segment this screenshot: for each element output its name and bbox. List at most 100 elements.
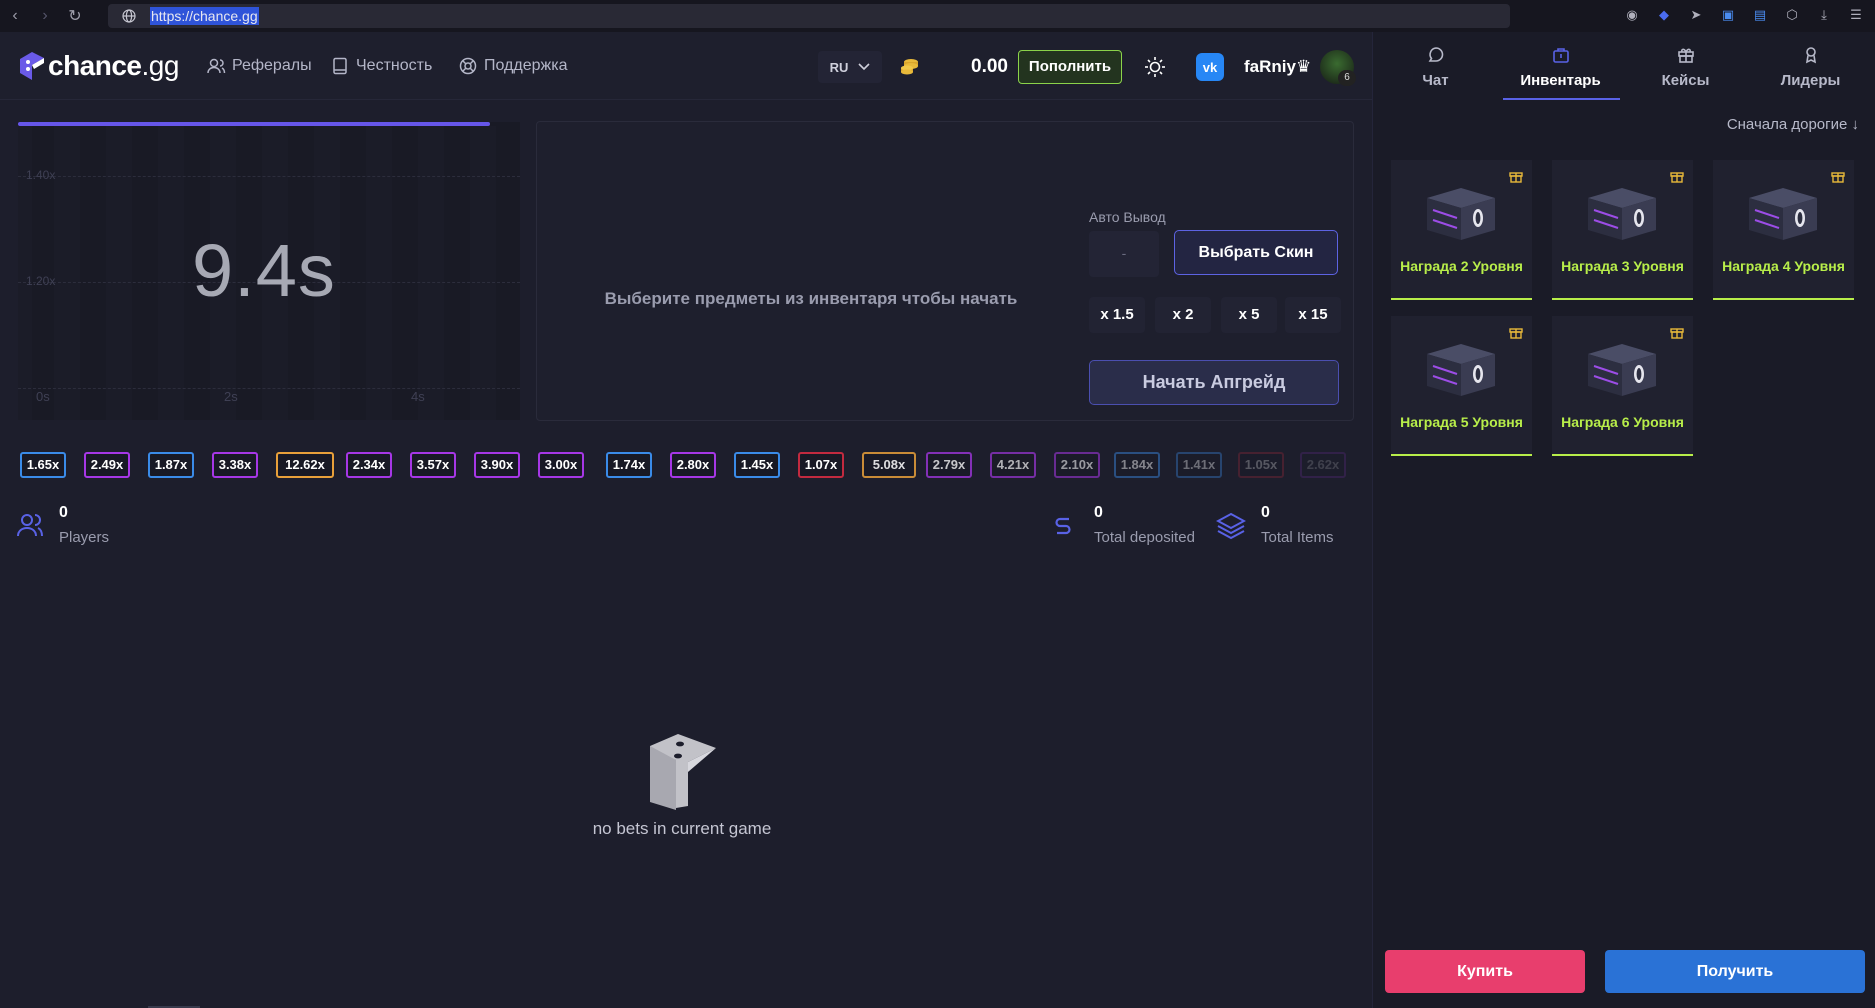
deposited-count: 0 <box>1094 504 1103 521</box>
get-button[interactable]: Получить <box>1605 950 1865 993</box>
case-icon <box>1427 188 1495 240</box>
download-icon[interactable]: ⤓ <box>1815 6 1833 24</box>
book-icon <box>333 57 347 75</box>
tab-inventory[interactable]: Инвентарь <box>1498 32 1623 102</box>
start-upgrade-button[interactable]: Начать Апгрейд <box>1089 360 1339 405</box>
tab-leaders[interactable]: Лидеры <box>1748 32 1873 102</box>
history-chip[interactable]: 2.80x <box>670 452 716 478</box>
inventory-item-label: Награда 6 Уровня <box>1561 414 1684 430</box>
sun-icon <box>1145 57 1165 77</box>
empty-state-text: no bets in current game <box>592 819 772 838</box>
theme-toggle[interactable] <box>1138 54 1172 80</box>
gift-icon <box>1509 328 1523 339</box>
history-chip[interactable]: 5.08x <box>862 452 916 478</box>
cube-icon[interactable]: ⬡ <box>1783 6 1801 24</box>
nav-fairness[interactable]: Честность <box>330 56 432 76</box>
y-axis-label: 1.40x <box>26 168 56 182</box>
tab-leaders-label: Лидеры <box>1780 72 1841 89</box>
logo[interactable]: chance.gg <box>16 49 179 83</box>
gift-icon <box>1670 328 1684 339</box>
deposit-button[interactable]: Пополнить <box>1018 50 1122 84</box>
tab-cases[interactable]: Кейсы <box>1623 32 1748 102</box>
chevron-down-icon <box>858 63 870 71</box>
history-chip[interactable]: 3.57x <box>410 452 456 478</box>
logo-name: chance <box>48 50 142 81</box>
users-icon <box>17 514 43 537</box>
language-select[interactable]: RU <box>818 51 882 83</box>
history-chip[interactable]: 12.62x <box>276 452 334 478</box>
history-chip[interactable]: 1.45x <box>734 452 780 478</box>
history-chip[interactable]: 2.62x <box>1300 452 1346 478</box>
url-text[interactable]: https://chance.gg <box>150 7 259 25</box>
inventory-item[interactable]: Награда 3 Уровня <box>1552 160 1693 300</box>
history-chip[interactable]: 2.10x <box>1054 452 1100 478</box>
inventory-item[interactable]: Награда 5 Уровня <box>1391 316 1532 456</box>
history-chip[interactable]: 1.07x <box>798 452 844 478</box>
history-chip[interactable]: 3.90x <box>474 452 520 478</box>
history-chip[interactable]: 1.05x <box>1238 452 1284 478</box>
countdown-timer: 9.4s <box>192 229 336 312</box>
deposited-label: Total deposited <box>1094 529 1195 546</box>
nav-referrals-label: Рефералы <box>232 57 312 74</box>
back-icon[interactable]: ‹ <box>0 7 30 25</box>
case-icon <box>1588 188 1656 240</box>
tab-cases-label: Кейсы <box>1661 72 1710 89</box>
nav-referrals[interactable]: Рефералы <box>206 56 312 76</box>
username[interactable]: faRniy♛ <box>1244 57 1311 77</box>
vk-icon[interactable]: vk <box>1196 53 1224 81</box>
level-badge: 6 <box>1338 70 1356 86</box>
nav-support[interactable]: Поддержка <box>458 56 567 76</box>
history-chip[interactable]: 1.65x <box>20 452 66 478</box>
multiplier-button[interactable]: x 15 <box>1285 297 1341 333</box>
gift-icon <box>1509 172 1523 183</box>
menu-icon[interactable]: ☰ <box>1847 6 1865 24</box>
forward-icon[interactable]: › <box>30 7 60 25</box>
site-header: chance.gg Рефералы Честность Поддержка R… <box>0 32 1372 100</box>
buy-button[interactable]: Купить <box>1385 950 1585 993</box>
shield-icon[interactable]: ◆ <box>1655 6 1673 24</box>
inventory-item[interactable]: Награда 2 Уровня <box>1391 160 1532 300</box>
camera-icon[interactable]: ◉ <box>1623 6 1641 24</box>
logo-suffix: .gg <box>141 50 180 81</box>
history-chip[interactable]: 2.79x <box>926 452 972 478</box>
users-icon <box>207 58 226 74</box>
address-bar[interactable]: https://chance.gg <box>108 4 1510 28</box>
history-chip[interactable]: 2.49x <box>84 452 130 478</box>
translate-icon[interactable]: ▣ <box>1719 6 1737 24</box>
sort-select[interactable]: Сначала дорогие ↓ <box>1727 116 1859 133</box>
reload-icon[interactable]: ↻ <box>60 6 90 26</box>
logo-icon <box>20 52 44 80</box>
globe-icon <box>122 9 136 23</box>
history-chip[interactable]: 1.41x <box>1176 452 1222 478</box>
multiplier-button[interactable]: x 1.5 <box>1089 297 1145 333</box>
history-chip[interactable]: 3.38x <box>212 452 258 478</box>
gift-icon <box>1831 172 1845 183</box>
history-chip[interactable]: 1.74x <box>606 452 652 478</box>
upgrade-panel: Выберите предметы из инвентаря чтобы нач… <box>536 121 1354 421</box>
history-chip[interactable]: 4.21x <box>990 452 1036 478</box>
history-chip[interactable]: 3.00x <box>538 452 584 478</box>
auto-cashout-label: Авто Вывод <box>1089 209 1166 225</box>
tab-chat[interactable]: Чат <box>1373 32 1498 102</box>
send-icon[interactable]: ➤ <box>1687 6 1705 24</box>
items-label: Total Items <box>1261 529 1334 546</box>
browser-extensions: ◉ ◆ ➤ ▣ ▤ ⬡ ⤓ ☰ <box>1623 6 1865 24</box>
case-icon <box>1749 188 1817 240</box>
balance-value: 0.00 <box>971 56 1008 77</box>
round-progress-bar <box>18 122 490 126</box>
multiplier-button[interactable]: x 5 <box>1221 297 1277 333</box>
upgrade-hint: Выберите предметы из инвентаря чтобы нач… <box>604 289 1018 308</box>
extension-icon[interactable]: ▤ <box>1751 6 1769 24</box>
inventory-item[interactable]: Награда 4 Уровня <box>1713 160 1854 300</box>
history-chip[interactable]: 1.87x <box>148 452 194 478</box>
inventory-item[interactable]: Награда 6 Уровня <box>1552 316 1693 456</box>
history-chip[interactable]: 1.84x <box>1114 452 1160 478</box>
select-skin-button[interactable]: Выбрать Скин <box>1174 230 1338 275</box>
multiplier-button[interactable]: x 2 <box>1155 297 1211 333</box>
lifebuoy-icon <box>459 57 477 75</box>
x-axis-label: 2s <box>224 389 238 404</box>
y-axis-label: 1.20x <box>26 274 56 288</box>
history-chip[interactable]: 2.34x <box>346 452 392 478</box>
auto-cashout-input[interactable]: - <box>1089 231 1159 277</box>
players-count: 0 <box>59 504 68 521</box>
